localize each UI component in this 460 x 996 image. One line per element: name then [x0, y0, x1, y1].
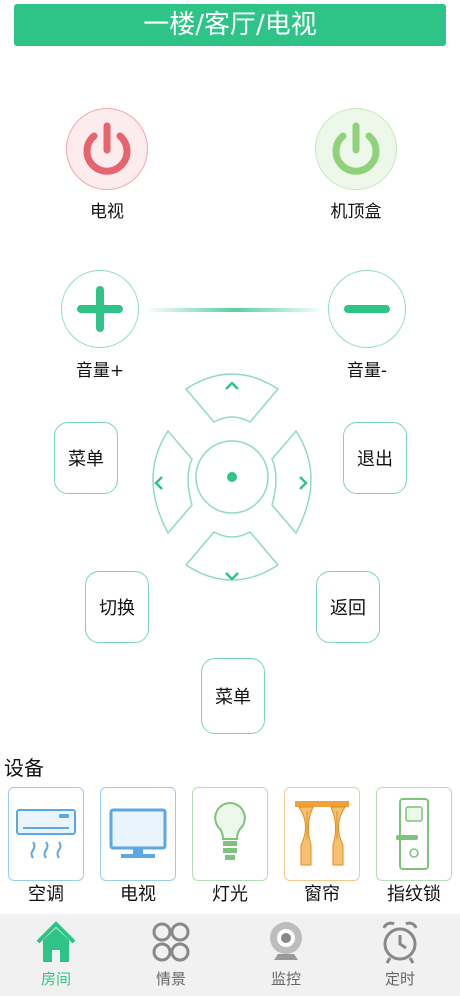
dpad-left-button[interactable] — [152, 429, 193, 535]
volume-up-button[interactable] — [61, 270, 139, 348]
bulb-icon — [214, 801, 246, 860]
device-label: 空调 — [28, 884, 64, 905]
tv-icon — [109, 808, 167, 858]
switch-button[interactable]: 切换 — [85, 571, 149, 643]
dpad — [152, 373, 312, 581]
power-icon — [332, 122, 379, 175]
stb-power-label: 机顶盒 — [330, 202, 382, 222]
tab-timer[interactable]: 定时 — [354, 914, 446, 996]
curtain-icon — [295, 801, 349, 866]
volume-down-label: 音量- — [346, 361, 388, 381]
device-air-conditioner[interactable] — [8, 787, 84, 881]
device-fingerprint-lock[interactable] — [376, 787, 452, 881]
tv-power-label: 电视 — [90, 202, 124, 222]
dpad-down-button[interactable] — [184, 531, 280, 581]
device-light[interactable] — [192, 787, 268, 881]
device-tv[interactable] — [100, 787, 176, 881]
volume-down-button[interactable] — [328, 270, 406, 348]
dpad-ok-button[interactable] — [195, 440, 269, 514]
devices-title: 设备 — [4, 756, 44, 780]
fingerprint-lock-icon — [396, 798, 429, 870]
device-label: 灯光 — [212, 884, 248, 905]
tv-power-button[interactable] — [66, 108, 148, 190]
tab-label: 房间 — [40, 970, 71, 988]
page-title: 一楼/客厅/电视 — [14, 4, 446, 46]
tab-label: 定时 — [384, 970, 415, 988]
tab-rooms[interactable]: 房间 — [10, 914, 102, 996]
air-conditioner-icon — [16, 809, 76, 859]
tab-scenes[interactable]: 情景 — [125, 914, 217, 996]
home-icon — [36, 921, 76, 962]
device-curtain[interactable] — [284, 787, 360, 881]
back-button[interactable]: 返回 — [316, 571, 380, 643]
plus-icon — [76, 285, 123, 332]
alarm-clock-icon — [382, 921, 418, 964]
tab-monitor[interactable]: 监控 — [240, 914, 332, 996]
stb-power-button[interactable] — [315, 108, 397, 190]
device-label: 电视 — [120, 884, 156, 905]
device-label: 窗帘 — [304, 884, 340, 905]
bottom-tab-bar: 房间 情景 监控 定时 — [0, 914, 460, 996]
menu-bottom-button[interactable]: 菜单 — [201, 658, 265, 734]
minus-icon — [343, 304, 390, 313]
exit-button[interactable]: 退出 — [343, 422, 407, 494]
power-icon — [83, 122, 130, 175]
tab-label: 监控 — [270, 970, 301, 988]
ok-dot-icon — [227, 472, 237, 482]
volume-up-label: 音量+ — [75, 361, 125, 381]
volume-divider — [150, 308, 320, 312]
dpad-right-button[interactable] — [271, 429, 312, 535]
tab-label: 情景 — [155, 970, 186, 988]
menu-button[interactable]: 菜单 — [54, 422, 118, 494]
camera-icon — [270, 922, 302, 960]
scene-icon — [152, 922, 190, 962]
dpad-up-button[interactable] — [184, 373, 280, 423]
device-label: 指纹锁 — [387, 884, 441, 905]
